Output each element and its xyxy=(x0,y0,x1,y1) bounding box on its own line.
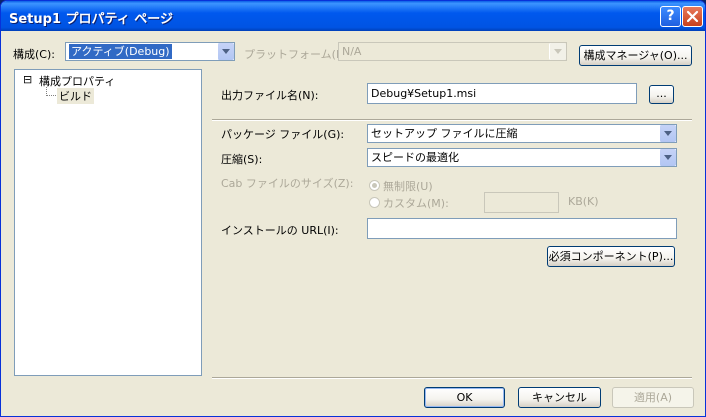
custom-radio[interactable] xyxy=(369,197,380,208)
ok-button[interactable]: OK xyxy=(424,387,505,408)
config-manager-button[interactable]: 構成マネージャ(O)... xyxy=(579,45,692,66)
apply-button[interactable]: 適用(A) xyxy=(612,387,694,408)
top-separator xyxy=(212,119,692,121)
kb-label: KB(K) xyxy=(568,195,599,208)
unlimited-radio[interactable] xyxy=(369,180,380,191)
property-tree[interactable]: ⊟ 構成プロパティ ビルド xyxy=(14,69,202,376)
unlimited-label: 無制限(U) xyxy=(383,180,433,193)
cab-size-label: Cab ファイルのサイズ(Z): xyxy=(221,177,354,190)
package-file-combo[interactable]: セットアップ ファイルに圧縮 xyxy=(367,124,677,143)
chevron-down-icon[interactable] xyxy=(659,149,676,166)
prerequisites-button[interactable]: 必須コンポーネント(P)... xyxy=(547,246,675,267)
compression-value: スピードの最適化 xyxy=(371,151,459,164)
config-label: 構成(C): xyxy=(13,48,55,61)
install-url-input[interactable] xyxy=(367,218,677,239)
output-file-input[interactable]: Debug¥Setup1.msi xyxy=(367,83,637,104)
config-value: アクティブ(Debug) xyxy=(69,44,172,59)
tree-item-config-properties[interactable]: 構成プロパティ xyxy=(39,73,115,89)
chevron-down-icon[interactable] xyxy=(217,43,234,60)
tree-line xyxy=(46,95,56,96)
browse-button[interactable]: ... xyxy=(649,85,674,104)
compression-combo[interactable]: スピードの最適化 xyxy=(367,148,677,167)
close-icon xyxy=(686,10,699,23)
platform-value: N/A xyxy=(342,45,362,58)
help-button[interactable]: ? xyxy=(660,6,681,27)
package-file-label: パッケージ ファイル(G): xyxy=(221,128,345,141)
output-file-label: 出力ファイル名(N): xyxy=(221,89,319,102)
platform-label: プラットフォーム(P): xyxy=(244,48,351,61)
install-url-label: インストールの URL(I): xyxy=(221,224,339,237)
platform-combo[interactable]: N/A xyxy=(338,42,567,61)
custom-label: カスタム(M): xyxy=(383,197,449,210)
close-button[interactable] xyxy=(682,6,703,27)
tree-item-build[interactable]: ビルド xyxy=(57,88,94,104)
window-title: Setup1 プロパティ ページ xyxy=(9,12,174,27)
help-icon: ? xyxy=(666,8,675,24)
bottom-separator xyxy=(212,377,692,379)
title-bar[interactable]: Setup1 プロパティ ページ ? xyxy=(1,1,705,31)
cancel-button[interactable]: キャンセル xyxy=(518,387,601,408)
config-combo[interactable]: アクティブ(Debug) xyxy=(65,42,235,61)
custom-size-input[interactable] xyxy=(484,192,559,213)
compression-label: 圧縮(S): xyxy=(221,153,263,166)
package-file-value: セットアップ ファイルに圧縮 xyxy=(371,127,518,140)
tree-expander-icon[interactable]: ⊟ xyxy=(23,73,32,86)
chevron-down-icon[interactable] xyxy=(659,125,676,142)
properties-dialog: Setup1 プロパティ ページ ? 構成(C): アクティブ(Debug) プ… xyxy=(0,0,706,417)
chevron-down-icon[interactable] xyxy=(549,43,566,60)
